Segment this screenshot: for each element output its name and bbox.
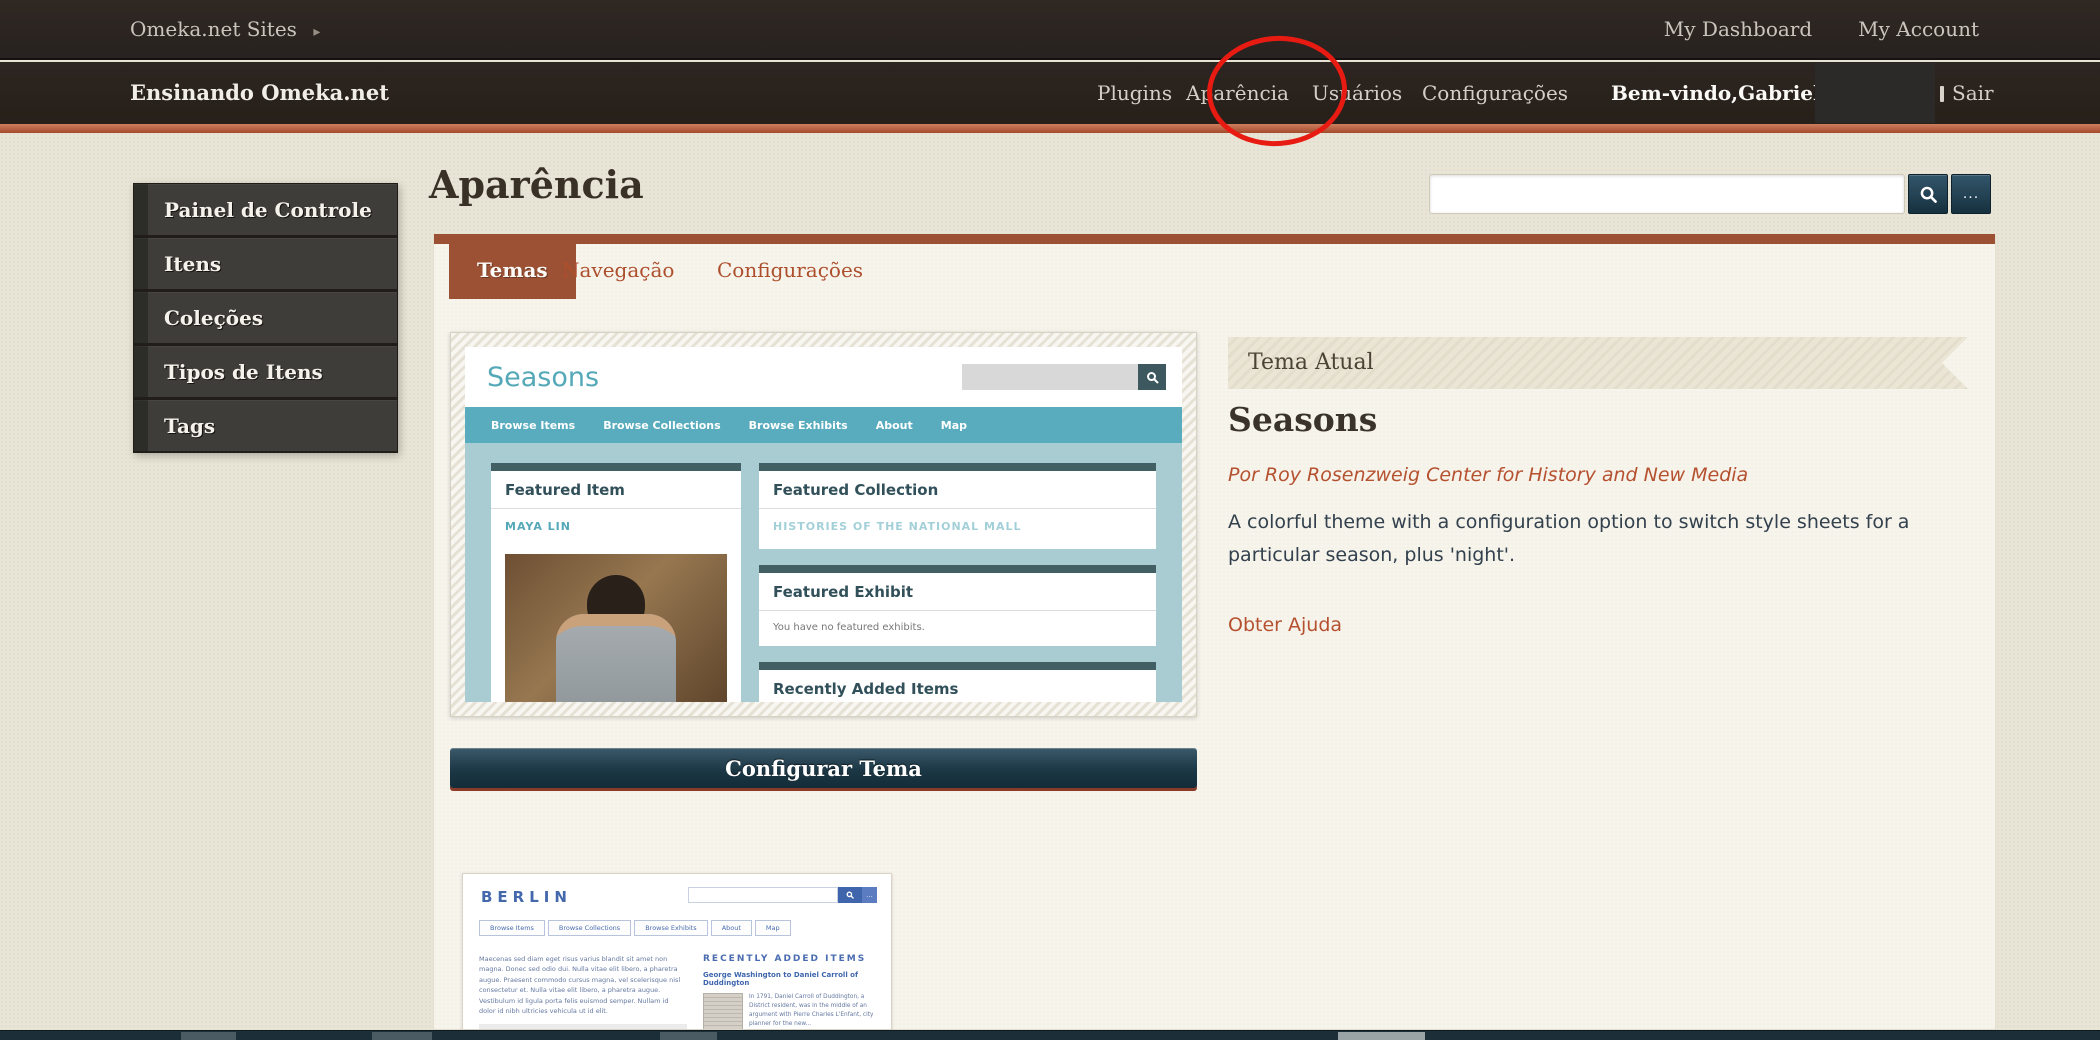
featured-item-panel: Featured Item MAYA LIN xyxy=(491,463,741,702)
featured-collection-heading: Featured Collection xyxy=(759,471,1156,509)
sidebar-item-tags[interactable]: Tags xyxy=(133,399,398,453)
search-button[interactable] xyxy=(1908,174,1948,214)
berlin-preview-more-button: ... xyxy=(862,887,877,903)
tab-configuracoes[interactable]: Configurações xyxy=(717,241,863,299)
seasons-preview-search-input xyxy=(962,364,1138,390)
sidebar-item-tipos-de-itens[interactable]: Tipos de Itens xyxy=(133,345,398,399)
sidebar-item-itens[interactable]: Itens xyxy=(133,237,398,291)
seasons-preview-search xyxy=(962,364,1166,390)
featured-item-photo xyxy=(505,554,727,702)
search-icon xyxy=(1919,185,1938,204)
featured-item-heading: Featured Item xyxy=(491,471,741,509)
accent-divider xyxy=(0,124,2100,133)
taskbar-item[interactable] xyxy=(181,1032,236,1040)
featured-exhibit-heading: Featured Exhibit xyxy=(759,573,1156,611)
featured-collection-link: HISTORIES OF THE NATIONAL MALL xyxy=(759,509,1156,549)
site-title-link[interactable]: Ensinando Omeka.net xyxy=(130,62,389,124)
seasons-preview-logo: Seasons xyxy=(487,362,599,393)
current-theme-name: Seasons xyxy=(1228,400,1377,439)
tab-navegacao[interactable]: Navegação xyxy=(562,241,674,299)
configure-theme-button[interactable]: Configurar Tema xyxy=(450,748,1197,788)
berlin-preview-logo: BERLIN xyxy=(481,888,572,906)
preview-nav-browse-exhibits: Browse Exhibits xyxy=(749,419,848,432)
redacted-text-fragment xyxy=(1940,86,1944,102)
preview-nav-browse-items: Browse Items xyxy=(491,419,575,432)
berlin-recent-item-thumbnail xyxy=(703,993,743,1030)
page-title: Aparência xyxy=(429,162,644,207)
taskbar xyxy=(0,1030,2100,1040)
berlin-nav-browse-collections: Browse Collections xyxy=(548,920,631,936)
seasons-theme-preview[interactable]: Seasons Browse Items Browse Collectio xyxy=(450,332,1197,717)
my-dashboard-link[interactable]: My Dashboard xyxy=(1664,17,1812,41)
sidebar-item-painel-de-controle[interactable]: Painel de Controle xyxy=(133,183,398,237)
nav-plugins[interactable]: Plugins xyxy=(1097,62,1172,124)
featured-exhibit-empty-text: You have no featured exhibits. xyxy=(759,611,1156,646)
caret-right-icon: ▸ xyxy=(313,24,320,40)
featured-collection-panel: Featured Collection HISTORIES OF THE NAT… xyxy=(759,463,1156,549)
top-admin-bar: Omeka.net Sites ▸ My Dashboard My Accoun… xyxy=(0,0,2100,60)
preview-nav-about: About xyxy=(876,419,913,432)
search-input[interactable] xyxy=(1429,174,1905,214)
seasons-preview-nav: Browse Items Browse Collections Browse E… xyxy=(465,407,1182,443)
berlin-recent-heading: RECENTLY ADDED ITEMS xyxy=(703,954,881,964)
nav-usuarios[interactable]: Usuários xyxy=(1312,62,1402,124)
search-options-button[interactable]: ... xyxy=(1951,174,1991,214)
main-panel: Temas Navegação Configurações Seasons xyxy=(433,234,1996,1030)
omeka-sites-label: Omeka.net Sites xyxy=(130,17,297,41)
berlin-nav-browse-items: Browse Items xyxy=(479,920,545,936)
sidebar-item-colecoes[interactable]: Coleções xyxy=(133,291,398,345)
current-theme-description: A colorful theme with a configuration op… xyxy=(1228,506,2006,573)
taskbar-item[interactable] xyxy=(1338,1032,1425,1040)
taskbar-item[interactable] xyxy=(660,1032,717,1040)
berlin-theme-preview[interactable]: BERLIN ... Browse Items Browse Collectio… xyxy=(462,873,892,1030)
site-nav-bar: Ensinando Omeka.net Plugins Aparência Us… xyxy=(0,62,2100,124)
berlin-nav-map: Map xyxy=(755,920,791,936)
get-help-link[interactable]: Obter Ajuda xyxy=(1228,614,1342,636)
featured-exhibit-panel: Featured Exhibit You have no featured ex… xyxy=(759,565,1156,646)
sidebar: Painel de Controle Itens Coleções Tipos … xyxy=(133,183,398,453)
screen: Omeka.net Sites ▸ My Dashboard My Accoun… xyxy=(0,0,2100,1040)
logout-link[interactable]: Sair xyxy=(1952,62,1994,124)
nav-configuracoes[interactable]: Configurações xyxy=(1422,62,1568,124)
omeka-sites-link[interactable]: Omeka.net Sites ▸ xyxy=(130,17,320,41)
current-theme-ribbon: Tema Atual xyxy=(1228,337,1968,389)
berlin-recent-item-text: In 1791, Daniel Carroll of Duddington, a… xyxy=(749,993,881,1030)
berlin-preview-search: ... xyxy=(688,887,877,903)
berlin-nav-browse-exhibits: Browse Exhibits xyxy=(634,920,707,936)
berlin-intro-text: Maecenas sed diam eget risus varius blan… xyxy=(479,954,687,1016)
recent-items-panel: Recently Added Items xyxy=(759,662,1156,702)
berlin-preview-search-button xyxy=(838,887,862,903)
search-icon xyxy=(846,891,854,899)
nav-aparencia[interactable]: Aparência xyxy=(1186,62,1289,124)
tab-temas[interactable]: Temas xyxy=(449,241,576,299)
berlin-preview-nav: Browse Items Browse Collections Browse E… xyxy=(479,920,791,936)
redaction-box xyxy=(1815,63,1935,123)
preview-nav-browse-collections: Browse Collections xyxy=(603,419,720,432)
my-account-link[interactable]: My Account xyxy=(1858,17,1979,41)
taskbar-item[interactable] xyxy=(372,1032,432,1040)
berlin-recent-item-link: George Washington to Daniel Carroll of D… xyxy=(703,971,881,987)
berlin-nav-about: About xyxy=(711,920,752,936)
berlin-preview-search-input xyxy=(688,887,838,903)
admin-search: ... xyxy=(1429,174,1991,214)
featured-item-link: MAYA LIN xyxy=(491,509,741,544)
seasons-preview-search-button xyxy=(1138,364,1166,390)
recent-items-heading: Recently Added Items xyxy=(759,670,1156,702)
search-icon xyxy=(1146,371,1159,384)
current-theme-byline: Por Roy Rosenzweig Center for History an… xyxy=(1228,464,1748,486)
preview-nav-map: Map xyxy=(941,419,967,432)
welcome-user-label: Bem-vindo,Gabriel xyxy=(1611,62,1821,124)
